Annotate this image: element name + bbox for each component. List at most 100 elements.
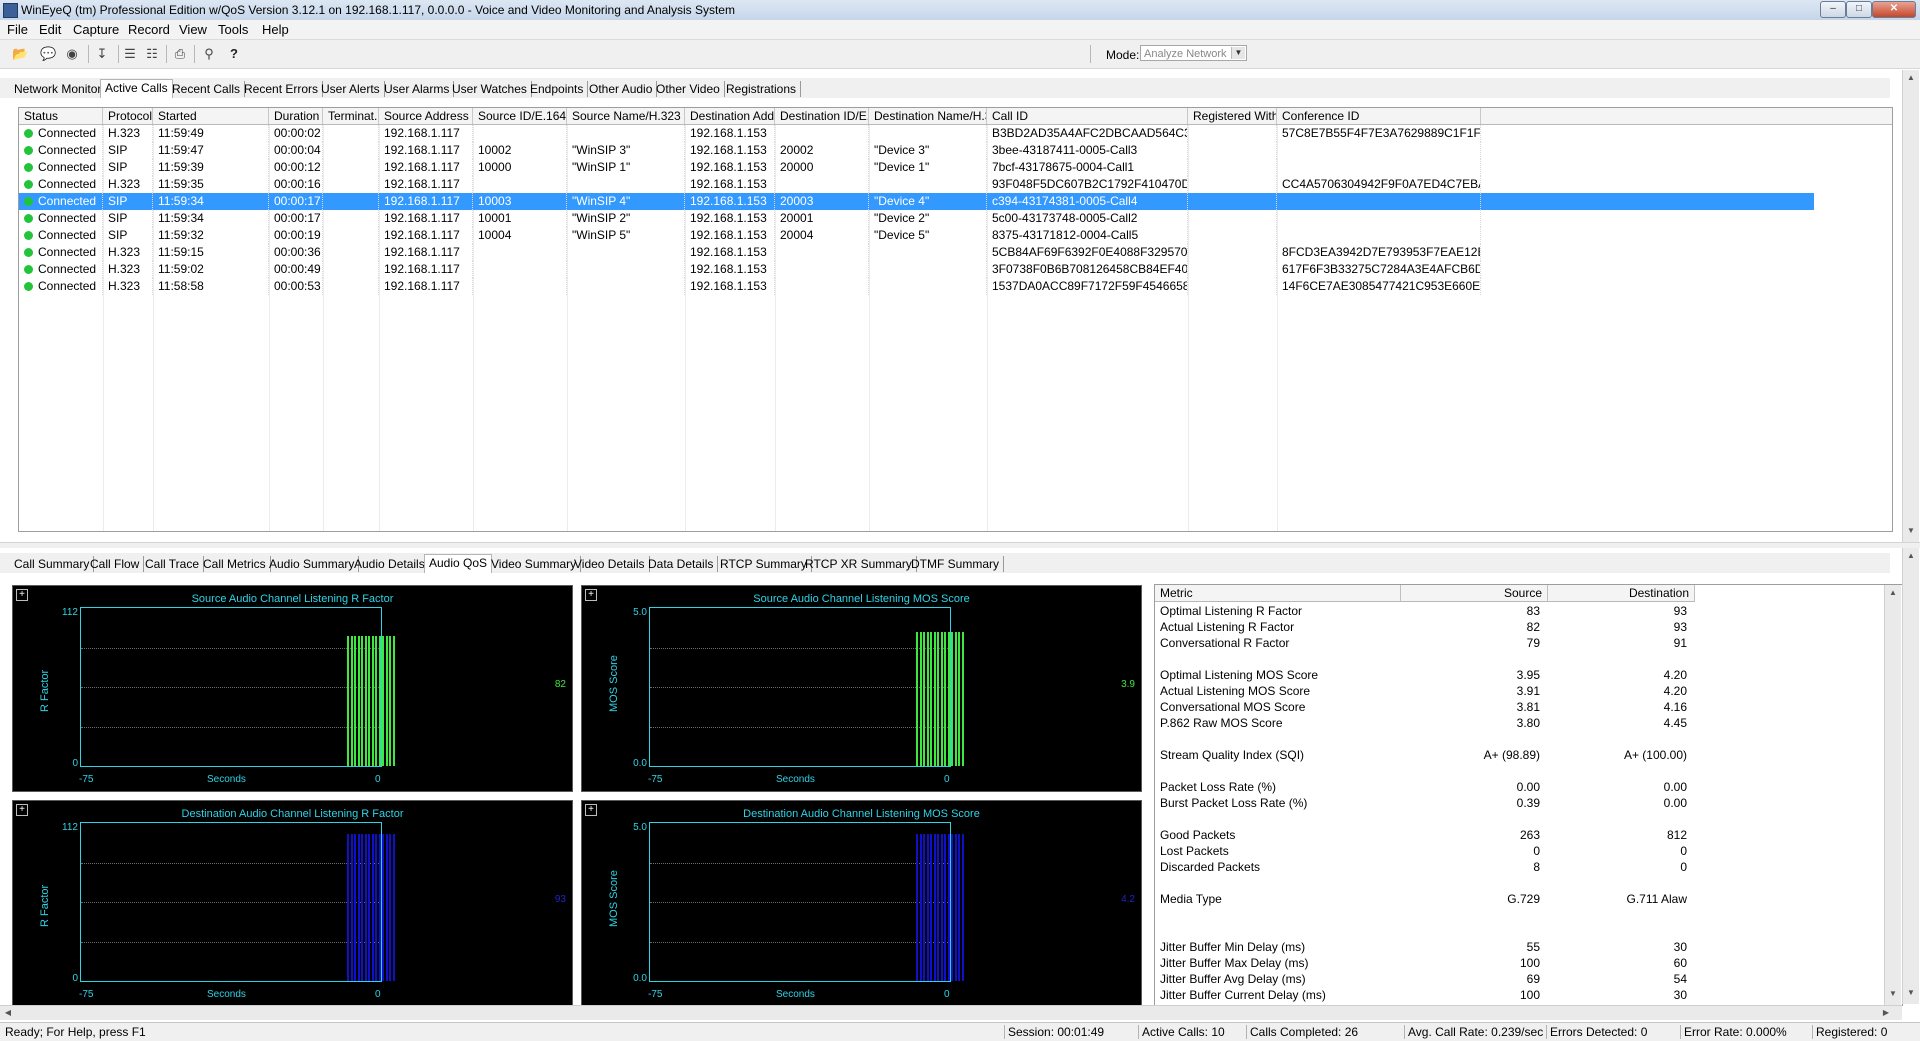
- table-cell-terminat: [323, 244, 379, 261]
- table-cell-destination-id-e-1: 20002: [775, 142, 869, 159]
- horizontal-scrollbar[interactable]: ◀ ▶: [0, 1005, 1902, 1020]
- metrics-header-source[interactable]: Source: [1401, 585, 1548, 602]
- close-button[interactable]: ✕: [1872, 1, 1916, 18]
- metric-destination-value: 4.20: [1663, 684, 1687, 698]
- column-header-registered-with[interactable]: Registered With: [1188, 108, 1277, 124]
- tab-user-alarms[interactable]: User Alarms: [380, 81, 455, 97]
- menu-tools[interactable]: Tools: [218, 22, 248, 37]
- menu-file[interactable]: File: [7, 22, 28, 37]
- cell-text: 93F048F5DC607B2C1792F410470D1C6E: [992, 177, 1188, 191]
- menu-capture[interactable]: Capture: [73, 22, 119, 37]
- table-row[interactable]: Connected H.323 11:59:02 00:00:49 192.168.1.…: [19, 261, 1814, 278]
- tab-data-details[interactable]: Data Details: [644, 556, 719, 572]
- chart-bar: [919, 834, 922, 981]
- column-header-source-id-e-164[interactable]: Source ID/E.164: [473, 108, 567, 124]
- column-header-started[interactable]: Started: [153, 108, 269, 124]
- minimize-button[interactable]: –: [1820, 1, 1846, 18]
- tab-rtcp-xr-summary[interactable]: RTCP XR Summary: [801, 556, 917, 572]
- tab-audio-summary[interactable]: Audio Summary: [265, 556, 360, 572]
- tab-user-alerts[interactable]: User Alerts: [317, 81, 385, 97]
- column-header-duration[interactable]: Duration: [269, 108, 323, 124]
- tab-video-summary[interactable]: Video Summary: [487, 556, 582, 572]
- tab-audio-qos[interactable]: Audio QoS: [424, 554, 493, 573]
- column-header-call-id[interactable]: Call ID: [987, 108, 1188, 124]
- metric-source-value: 79: [1526, 636, 1540, 650]
- cell-text: 192.168.1.117: [384, 228, 460, 242]
- menu-record[interactable]: Record: [128, 22, 170, 37]
- table-cell-call-id: 3F0738F0B6B708126458CB84EF4095BB: [987, 261, 1188, 278]
- maximize-button[interactable]: □: [1846, 1, 1872, 18]
- tab-video-details[interactable]: Video Details: [570, 556, 650, 572]
- table-cell-destination-addr: 192.168.1.153: [685, 244, 775, 261]
- tab-endpoints[interactable]: Endpoints: [526, 81, 589, 97]
- tab-call-trace[interactable]: Call Trace: [141, 556, 205, 572]
- chart-x-label: Seconds: [207, 989, 246, 1000]
- column-header-conference-id[interactable]: Conference ID: [1277, 108, 1481, 124]
- tab-user-watches[interactable]: User Watches: [448, 81, 532, 97]
- camera-icon[interactable]: ◉: [64, 46, 80, 62]
- metrics-header-metric[interactable]: Metric: [1155, 585, 1401, 602]
- tab-recent-errors[interactable]: Recent Errors: [240, 81, 324, 97]
- menu-help[interactable]: Help: [262, 22, 289, 37]
- tab-recent-calls[interactable]: Recent Calls: [168, 81, 246, 97]
- chart-y-min: 0.0: [633, 758, 647, 769]
- table-row[interactable]: Connected H.323 11:59:35 00:00:16 192.168.1.…: [19, 176, 1814, 193]
- top-vertical-scrollbar[interactable]: ▲ ▼: [1902, 70, 1919, 542]
- cell-text: 192.168.1.153: [690, 245, 767, 259]
- help-icon[interactable]: ?: [226, 46, 242, 62]
- column-header-destination-addr[interactable]: Destination Addr...: [685, 108, 775, 124]
- filter-icon[interactable]: ☷: [144, 46, 160, 62]
- metric-name: Optimal Listening R Factor: [1160, 604, 1303, 618]
- table-cell-source-name-h-323-id: [567, 125, 685, 142]
- cell-text: 11:59:15: [158, 245, 204, 259]
- menu-view[interactable]: View: [179, 22, 207, 37]
- tab-other-audio[interactable]: Other Audio: [585, 81, 658, 97]
- table-row[interactable]: Connected SIP 11:59:34 00:00:17 192.168.1.11…: [19, 193, 1814, 210]
- tab-other-video[interactable]: Other Video: [652, 81, 725, 97]
- tab-active-calls[interactable]: Active Calls: [100, 79, 173, 98]
- status-error-rate: Error Rate: 0.000%: [1680, 1025, 1814, 1039]
- table-row[interactable]: Connected SIP 11:59:34 00:00:17 192.168.1.11…: [19, 210, 1814, 227]
- splitter[interactable]: [0, 542, 1920, 548]
- table-row[interactable]: Connected SIP 11:59:32 00:00:19 192.168.1.11…: [19, 227, 1814, 244]
- table-row[interactable]: Connected H.323 11:58:58 00:00:53 192.168.1.…: [19, 278, 1814, 295]
- table-row[interactable]: Connected SIP 11:59:47 00:00:04 192.168.1.11…: [19, 142, 1814, 159]
- tab-dtmf-summary[interactable]: DTMF Summary: [907, 556, 1004, 572]
- tab-audio-details[interactable]: Audio Details: [350, 556, 430, 572]
- column-header-destination-id-e-1[interactable]: Destination ID/E.1...: [775, 108, 869, 124]
- tab-call-summary[interactable]: Call Summary: [10, 556, 95, 572]
- table-cell-destination-addr: 192.168.1.153: [685, 142, 775, 159]
- stack-icon[interactable]: ☰: [122, 46, 138, 62]
- table-cell-source-name-h-323-id: "WinSIP 1": [567, 159, 685, 176]
- comment-icon[interactable]: 💬: [40, 46, 56, 62]
- tab-call-metrics[interactable]: Call Metrics: [199, 556, 271, 572]
- mode-select[interactable]: Analyze Network ▼: [1140, 45, 1247, 61]
- qos-metrics-table: Metric Source Destination Optimal Listen…: [1154, 584, 1903, 1006]
- table-row[interactable]: Connected H.323 11:59:15 00:00:36 192.168.1.…: [19, 244, 1814, 261]
- download-icon[interactable]: ↧: [94, 46, 110, 62]
- tab-call-flow[interactable]: Call Flow: [86, 556, 145, 572]
- metrics-header-destination[interactable]: Destination: [1548, 585, 1695, 602]
- column-header-terminat[interactable]: Terminat...: [323, 108, 379, 124]
- print-icon[interactable]: ⎙: [172, 46, 188, 62]
- table-row[interactable]: Connected H.323 11:59:49 00:00:02 192.168.1.…: [19, 125, 1814, 142]
- metrics-vertical-scrollbar[interactable]: ▲ ▼: [1884, 585, 1901, 1005]
- table-cell-conference-id: 57C8E7B55F4F7E3A7629889C1F1FFB9E: [1277, 125, 1481, 142]
- column-header-source-address[interactable]: Source Address: [379, 108, 473, 124]
- column-header-source-name-h-323-id[interactable]: Source Name/H.323 ID: [567, 108, 685, 124]
- chevron-down-icon[interactable]: ▼: [1231, 47, 1245, 59]
- open-icon[interactable]: 📂: [12, 46, 28, 62]
- tab-network-monitor[interactable]: Network Monitor: [10, 81, 107, 97]
- tab-rtcp-summary[interactable]: RTCP Summary: [716, 556, 812, 572]
- menu-edit[interactable]: Edit: [39, 22, 61, 37]
- cell-text: "WinSIP 1": [572, 160, 631, 174]
- cell-text: 11:59:47: [158, 143, 204, 157]
- tab-registrations[interactable]: Registrations: [722, 81, 802, 97]
- bottom-tab-bar: Call Summary Call Flow Call Trace Call Metr…: [0, 553, 1890, 573]
- search-icon[interactable]: ⚲: [201, 46, 217, 62]
- column-header-protocol[interactable]: Protocol: [103, 108, 153, 124]
- column-header-destination-name-h-32[interactable]: Destination Name/H.32...: [869, 108, 987, 124]
- column-header-status[interactable]: Status: [19, 108, 103, 124]
- table-row[interactable]: Connected SIP 11:59:39 00:00:12 192.168.1.11…: [19, 159, 1814, 176]
- bottom-vertical-scrollbar[interactable]: ▲ ▼: [1902, 548, 1919, 1004]
